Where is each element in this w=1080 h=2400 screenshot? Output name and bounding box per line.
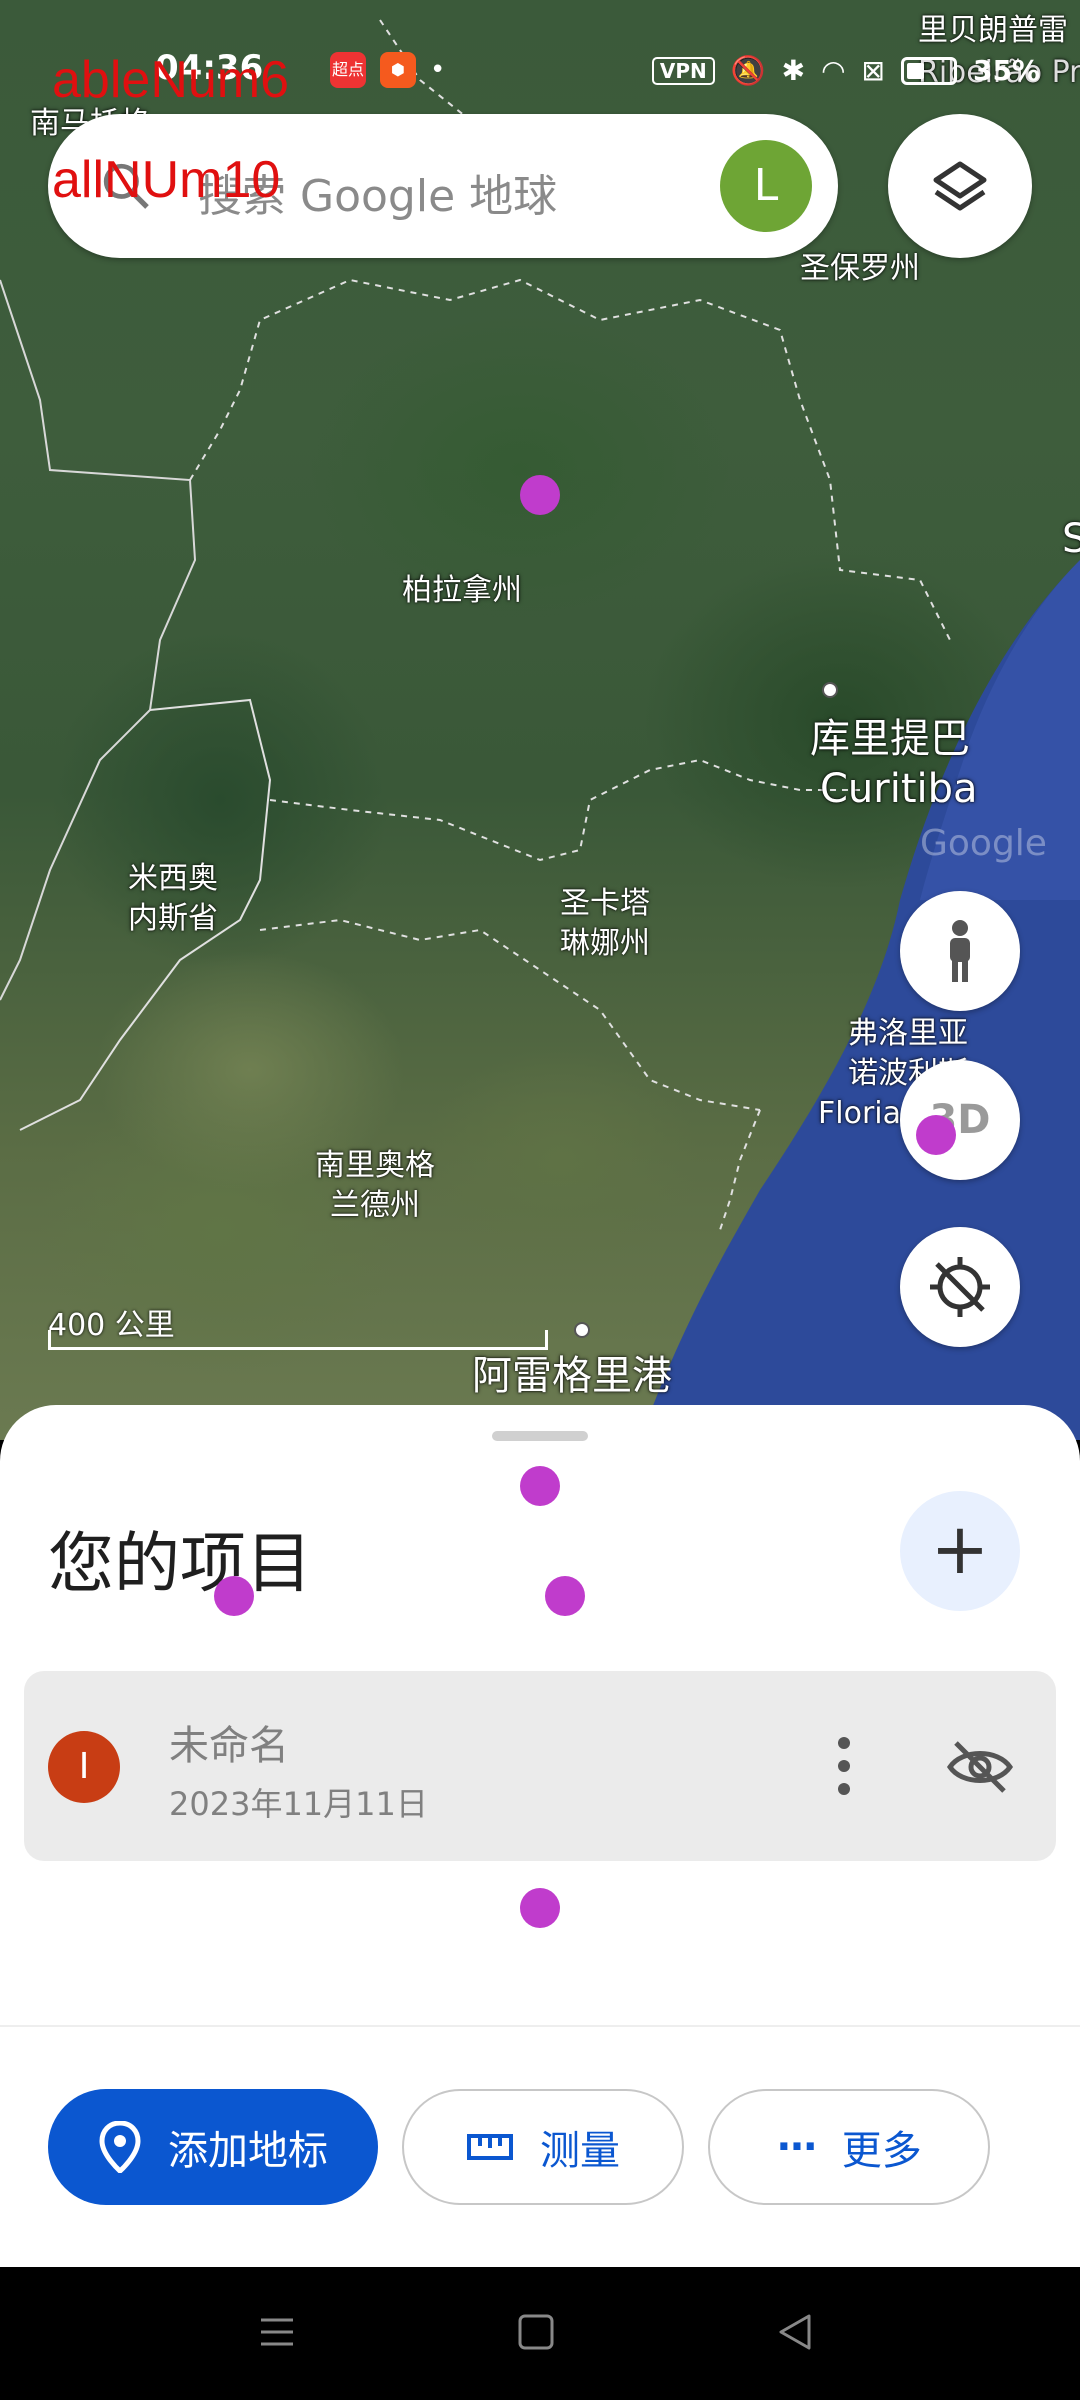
- touch-marker: [520, 1888, 560, 1928]
- map-label-edge-s: S: [1062, 516, 1080, 562]
- bluetooth-icon: ✱: [781, 54, 806, 87]
- battery-percent: 35%: [972, 54, 1040, 87]
- map-label-santa-catarina-1: 圣卡塔: [560, 886, 650, 921]
- mute-icon: 🔕: [730, 54, 766, 87]
- back-icon[interactable]: [775, 2312, 815, 2352]
- my-location-button[interactable]: [900, 1227, 1020, 1347]
- pegman-icon: [950, 920, 970, 982]
- app-icon: ⬢: [380, 52, 416, 88]
- map-label-misiones-1: 米西奥: [128, 861, 218, 896]
- map-label-curitiba-en: Curitiba: [820, 766, 978, 812]
- map-label-floripa-en: Floria: [818, 1096, 901, 1131]
- map-label-misiones-2: 内斯省: [128, 901, 218, 936]
- project-avatar: I: [48, 1731, 120, 1803]
- map-label-rio-grande-2: 兰德州: [330, 1188, 420, 1223]
- city-dot-porto-alegre: [574, 1322, 590, 1338]
- more-label: 更多: [841, 2128, 922, 2174]
- place-icon: [99, 2121, 141, 2173]
- sheet-drag-handle[interactable]: [492, 1431, 588, 1441]
- vpn-icon: VPN: [651, 56, 715, 85]
- touch-marker: [214, 1576, 254, 1616]
- map-label-floripa-1: 弗洛里亚: [848, 1016, 968, 1051]
- touch-marker: [916, 1115, 956, 1155]
- dot-icon: •: [430, 55, 446, 85]
- sim-off-icon: ⊠: [861, 54, 885, 87]
- status-app-icons: 超点 ⬢ •: [330, 52, 445, 88]
- add-placemark-label: 添加地标: [168, 2128, 328, 2174]
- visibility-off-icon[interactable]: [946, 1737, 1014, 1797]
- map-label-parana: 柏拉拿州: [402, 573, 522, 608]
- app-badge-icon: 超点: [330, 52, 366, 88]
- location-off-icon: [930, 1257, 990, 1317]
- more-vert-icon[interactable]: [824, 1731, 864, 1801]
- ruler-icon: [467, 2134, 513, 2160]
- layers-icon: [933, 161, 987, 211]
- scale-bar: [48, 1330, 548, 1350]
- touch-marker: [545, 1576, 585, 1616]
- more-button[interactable]: ··· 更多: [708, 2089, 990, 2205]
- layers-button[interactable]: [888, 114, 1032, 258]
- map-label-curitiba-cn: 库里提巴: [810, 716, 970, 762]
- wifi-icon: ◠: [821, 54, 846, 87]
- system-nav-bar: [0, 2267, 1080, 2400]
- city-dot-curitiba: [822, 682, 838, 698]
- add-placemark-button[interactable]: 添加地标: [48, 2089, 378, 2205]
- more-horiz-icon: ···: [776, 2124, 818, 2170]
- google-watermark: Google: [920, 823, 1047, 864]
- street-view-button[interactable]: [900, 891, 1020, 1011]
- screen: 里贝朗普雷 Ribeirão Pre 南马托格 圣保罗州 柏拉拿州 库里提巴 C…: [0, 0, 1080, 2400]
- sheet-divider: [0, 2025, 1080, 2027]
- toggle-3d-button[interactable]: 3D: [900, 1060, 1020, 1180]
- account-avatar[interactable]: L: [720, 140, 812, 232]
- map-label-santa-catarina-2: 琳娜州: [560, 926, 650, 961]
- status-right: VPN 🔕 ✱ ◠ ⊠ 35%: [651, 54, 1040, 87]
- project-date: 2023年11月11日: [169, 1785, 428, 1823]
- measure-label: 测量: [540, 2128, 620, 2174]
- menu-icon[interactable]: [257, 2312, 297, 2352]
- project-name: 未命名: [169, 1723, 289, 1769]
- measure-button[interactable]: 测量: [402, 2089, 684, 2205]
- touch-marker: [520, 475, 560, 515]
- map-label-porto-alegre: 阿雷格里港: [472, 1353, 672, 1399]
- add-project-button[interactable]: +: [900, 1491, 1020, 1611]
- touch-marker: [520, 1466, 560, 1506]
- project-item[interactable]: I 未命名 2023年11月11日: [24, 1671, 1056, 1861]
- battery-icon: [900, 56, 957, 85]
- overlay-text-1: ableNum6: [52, 51, 290, 109]
- map-label-rio-grande-1: 南里奥格: [315, 1148, 435, 1183]
- home-icon[interactable]: [516, 2312, 556, 2352]
- sheet-title: 您的项目: [48, 1525, 312, 1602]
- projects-sheet: 您的项目 + I 未命名 2023年11月11日 添加地标 测量 ··· 更多: [0, 1405, 1080, 2267]
- overlay-text-2: allNUm10: [52, 151, 281, 209]
